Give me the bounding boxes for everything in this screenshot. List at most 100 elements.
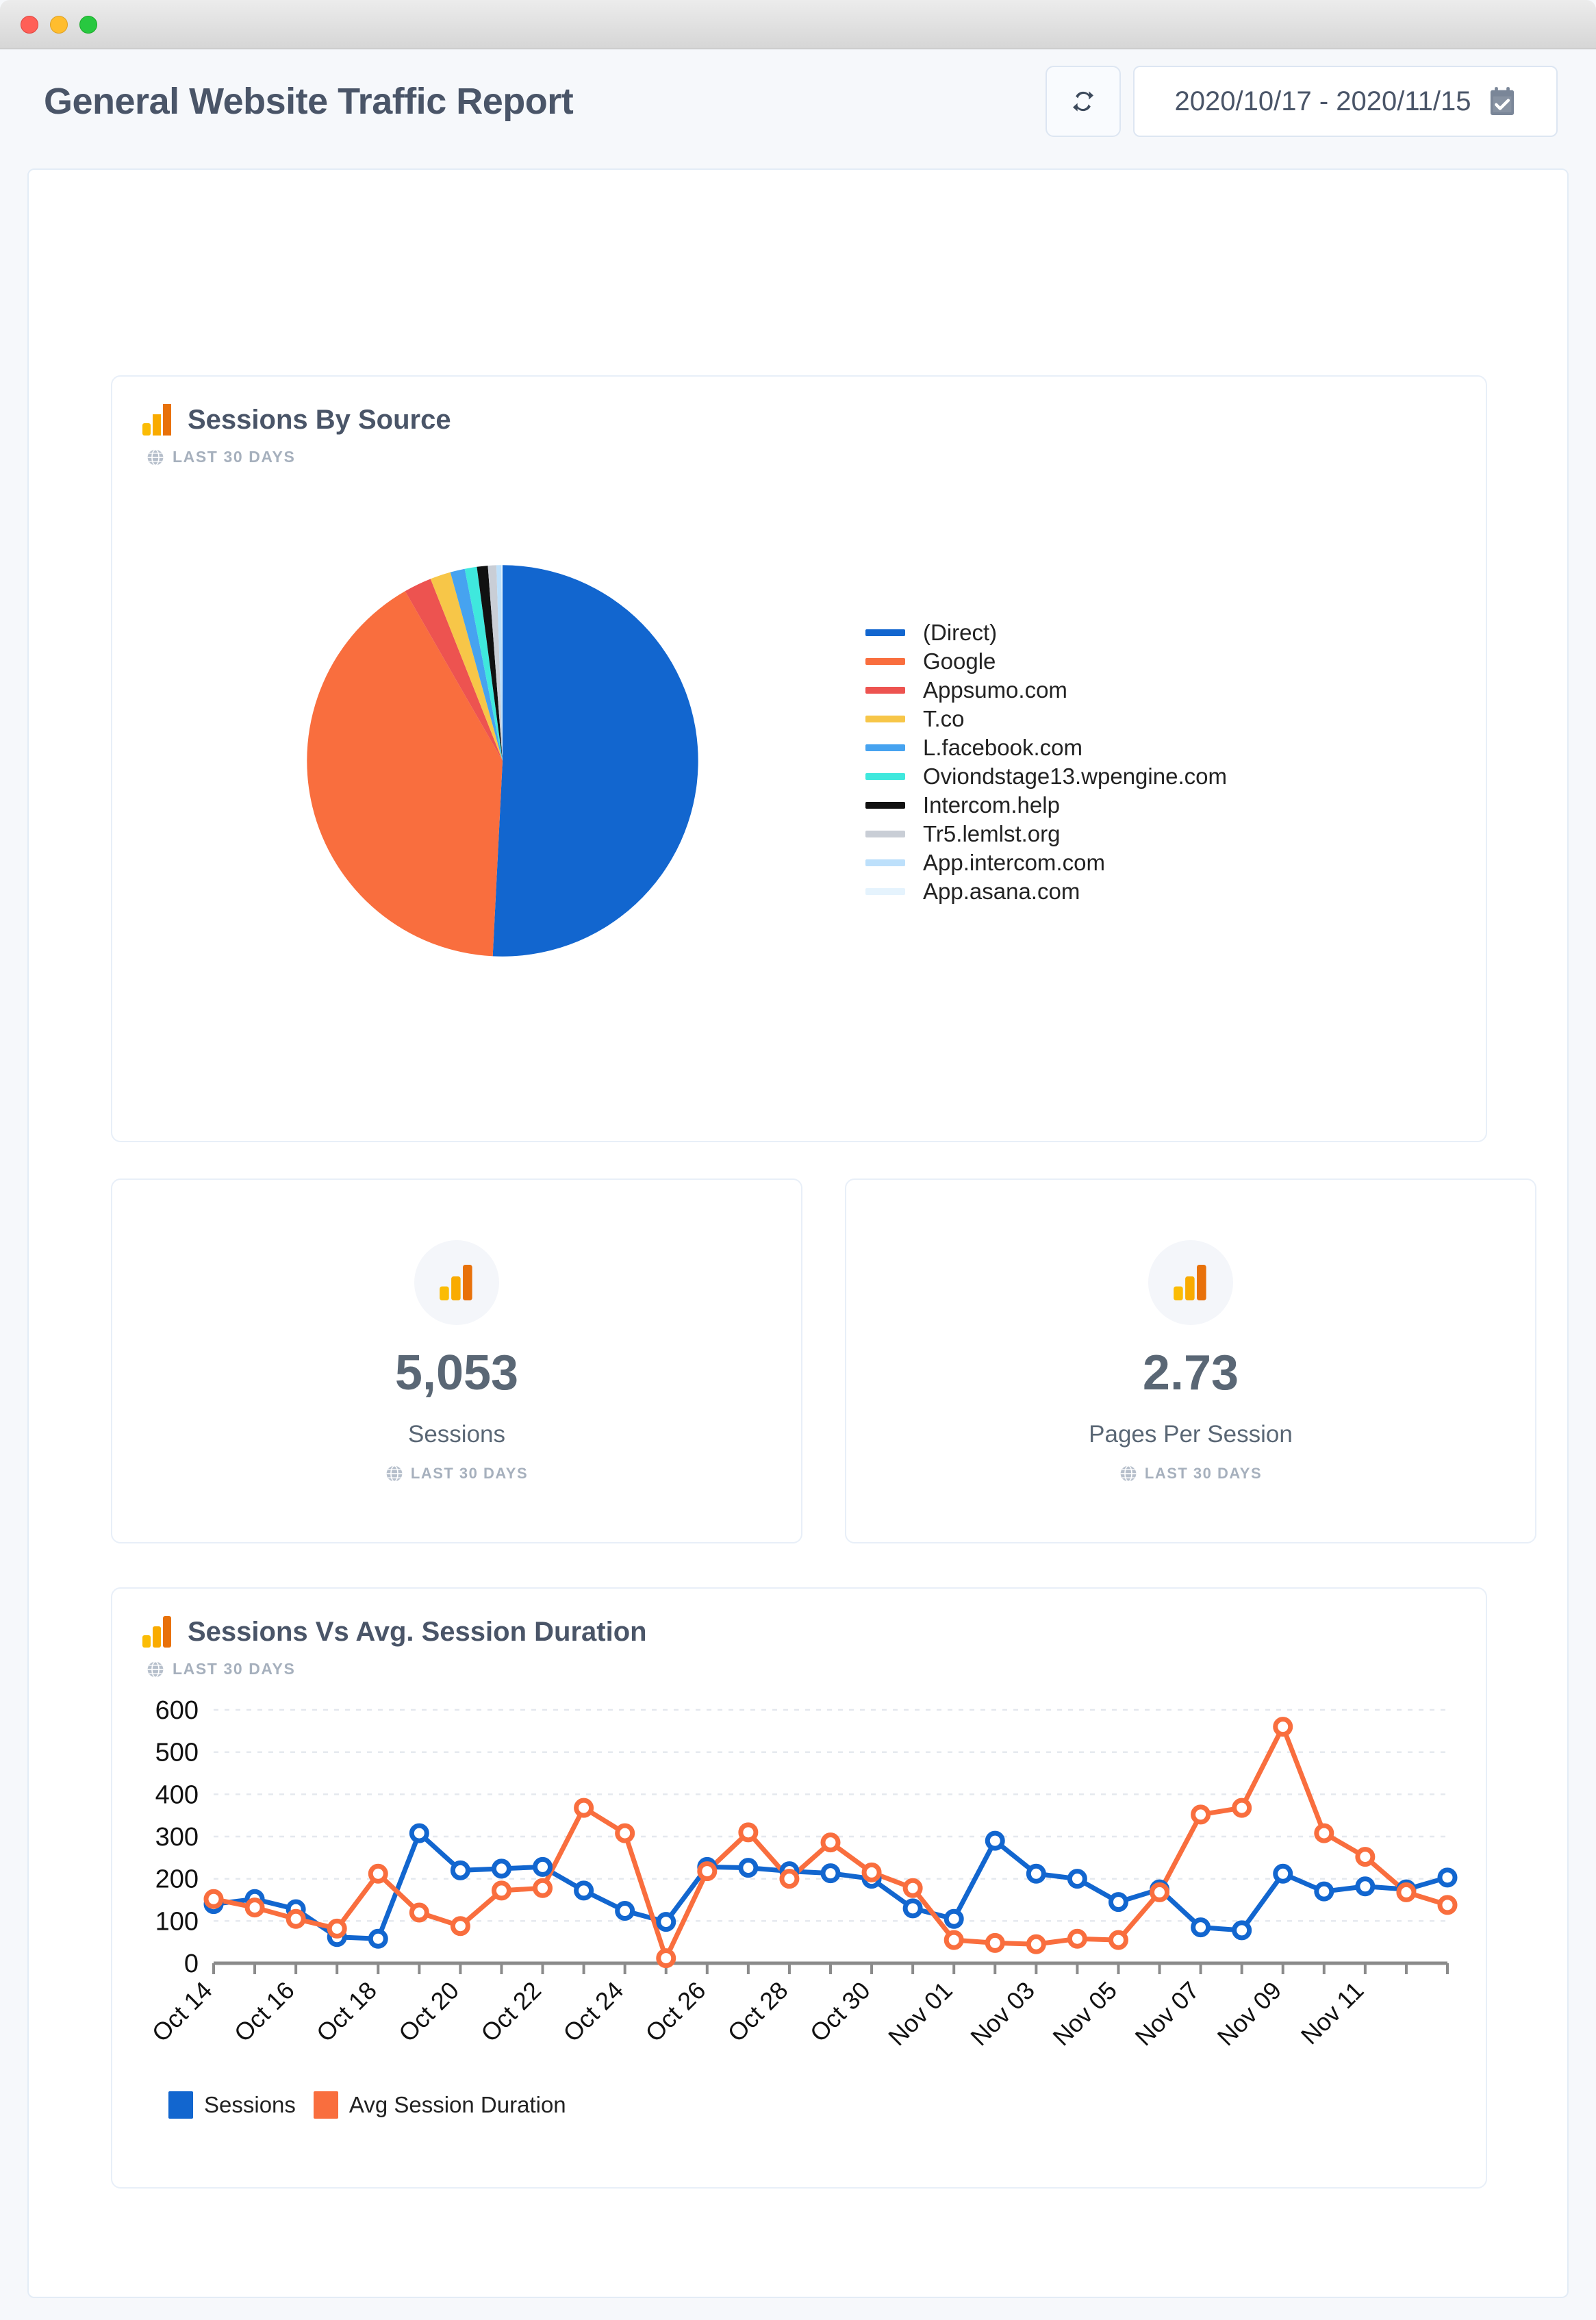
sessions-by-source-card: Sessions By Source LAST 30 DAYS (Direct)… (111, 375, 1487, 1142)
data-point[interactable] (1191, 1917, 1211, 1938)
data-point[interactable] (1232, 1920, 1252, 1941)
data-point[interactable] (1150, 1882, 1170, 1902)
pie-legend-item[interactable]: Google (865, 647, 1227, 676)
data-point[interactable] (943, 1908, 964, 1929)
y-axis-tick-label: 200 (155, 1865, 199, 1894)
data-point[interactable] (368, 1928, 388, 1949)
globe-icon (147, 449, 164, 466)
refresh-button[interactable] (1046, 66, 1121, 137)
legend-swatch (865, 773, 905, 780)
data-point[interactable] (985, 1932, 1005, 1953)
data-point[interactable] (409, 1902, 429, 1923)
legend-label: Intercom.help (923, 792, 1060, 818)
line-card-header: Sessions Vs Avg. Session Duration LAST 3… (112, 1589, 1486, 1678)
data-point[interactable] (615, 1901, 635, 1921)
data-point[interactable] (1108, 1892, 1128, 1913)
data-point[interactable] (1314, 1823, 1334, 1843)
legend-label: Avg Session Duration (349, 2092, 566, 2117)
legend-label: Sessions (204, 2092, 296, 2117)
data-point[interactable] (985, 1830, 1005, 1851)
x-axis-tick-label: Nov 03 (965, 1976, 1040, 2052)
calendar-check-icon (1491, 87, 1515, 115)
pie-card-subtitle-text: LAST 30 DAYS (173, 448, 296, 466)
pie-legend-item[interactable]: App.intercom.com (865, 848, 1227, 877)
data-point[interactable] (738, 1858, 759, 1878)
maximize-window-button[interactable] (79, 15, 97, 34)
legend-label: Oviondstage13.wpengine.com (923, 764, 1227, 789)
data-point[interactable] (368, 1863, 388, 1884)
data-point[interactable] (902, 1898, 923, 1919)
data-point[interactable] (1026, 1934, 1046, 1954)
data-point[interactable] (1232, 1798, 1252, 1818)
data-point[interactable] (1108, 1930, 1128, 1950)
data-point[interactable] (533, 1878, 553, 1898)
data-point[interactable] (533, 1856, 553, 1877)
data-point[interactable] (943, 1930, 964, 1950)
close-window-button[interactable] (21, 15, 38, 34)
data-point[interactable] (1437, 1895, 1458, 1915)
data-point[interactable] (1273, 1717, 1293, 1737)
x-axis-tick-label: Oct 16 (229, 1976, 300, 2047)
data-point[interactable] (1396, 1882, 1417, 1902)
line-card-subtitle-text: LAST 30 DAYS (173, 1660, 296, 1678)
data-point[interactable] (738, 1822, 759, 1843)
x-axis-tick-label: Nov 11 (1295, 1976, 1369, 2050)
data-point[interactable] (697, 1861, 718, 1882)
pie-legend-item[interactable]: T.co (865, 705, 1227, 733)
kpi-sessions-label: Sessions (407, 1420, 506, 1448)
data-point[interactable] (1191, 1804, 1211, 1825)
minimize-window-button[interactable] (50, 15, 68, 34)
data-point[interactable] (491, 1880, 511, 1901)
pie-legend-item[interactable]: Tr5.lemlst.org (865, 820, 1227, 848)
data-point[interactable] (820, 1863, 841, 1884)
data-point[interactable] (574, 1880, 594, 1901)
x-axis-tick-label: Oct 14 (147, 1976, 218, 2047)
data-point[interactable] (203, 1889, 224, 1909)
legend-label: App.intercom.com (923, 850, 1105, 875)
date-range-picker[interactable]: 2020/10/17 - 2020/11/15 (1133, 66, 1558, 137)
pie-legend-item[interactable]: Oviondstage13.wpengine.com (865, 762, 1227, 791)
line-legend-item[interactable]: Avg Session Duration (313, 2091, 566, 2119)
data-point[interactable] (1314, 1881, 1334, 1902)
pie-slice[interactable] (492, 565, 698, 957)
legend-swatch (865, 716, 905, 722)
data-point[interactable] (779, 1869, 800, 1889)
data-point[interactable] (615, 1823, 635, 1843)
data-point[interactable] (450, 1860, 470, 1880)
data-point[interactable] (409, 1823, 429, 1843)
legend-label: Tr5.lemlst.org (923, 821, 1061, 846)
pie-legend-item[interactable]: App.asana.com (865, 877, 1227, 906)
pie-chart[interactable] (297, 555, 708, 966)
data-point[interactable] (574, 1798, 594, 1818)
line-chart[interactable]: 0100200300400500600Oct 14 Oct 16 Oct 18 Oct… (133, 1696, 1461, 2081)
data-point[interactable] (1273, 1863, 1293, 1884)
data-point[interactable] (1067, 1869, 1087, 1889)
data-point[interactable] (656, 1912, 676, 1932)
line-legend-item[interactable]: Sessions (168, 2091, 296, 2119)
pie-legend-item[interactable]: Appsumo.com (865, 676, 1227, 705)
data-point[interactable] (244, 1897, 265, 1918)
data-point[interactable] (820, 1832, 841, 1853)
data-point[interactable] (286, 1908, 306, 1929)
data-point[interactable] (902, 1878, 923, 1898)
data-point[interactable] (327, 1918, 347, 1939)
legend-label: L.facebook.com (923, 735, 1082, 760)
pie-legend-item[interactable]: Intercom.help (865, 791, 1227, 820)
legend-label: T.co (923, 706, 965, 731)
data-point[interactable] (1067, 1928, 1087, 1949)
y-axis-tick-label: 0 (184, 1950, 199, 1978)
kpi-card-sessions: 5,053 Sessions LAST 30 DAYS (111, 1178, 802, 1543)
app-window: General Website Traffic Report 2020/10/1… (0, 0, 1596, 2320)
pie-legend-item[interactable]: L.facebook.com (865, 733, 1227, 762)
data-point[interactable] (450, 1916, 470, 1937)
pie-legend-item[interactable]: (Direct) (865, 618, 1227, 647)
data-point[interactable] (861, 1862, 882, 1882)
pie-card-title: Sessions By Source (188, 404, 451, 435)
data-point[interactable] (1355, 1847, 1376, 1867)
data-point[interactable] (1437, 1867, 1458, 1888)
report-header: General Website Traffic Report 2020/10/1… (0, 49, 1596, 153)
data-point[interactable] (656, 1948, 676, 1969)
data-point[interactable] (491, 1858, 511, 1879)
data-point[interactable] (1355, 1876, 1376, 1897)
data-point[interactable] (1026, 1863, 1046, 1884)
